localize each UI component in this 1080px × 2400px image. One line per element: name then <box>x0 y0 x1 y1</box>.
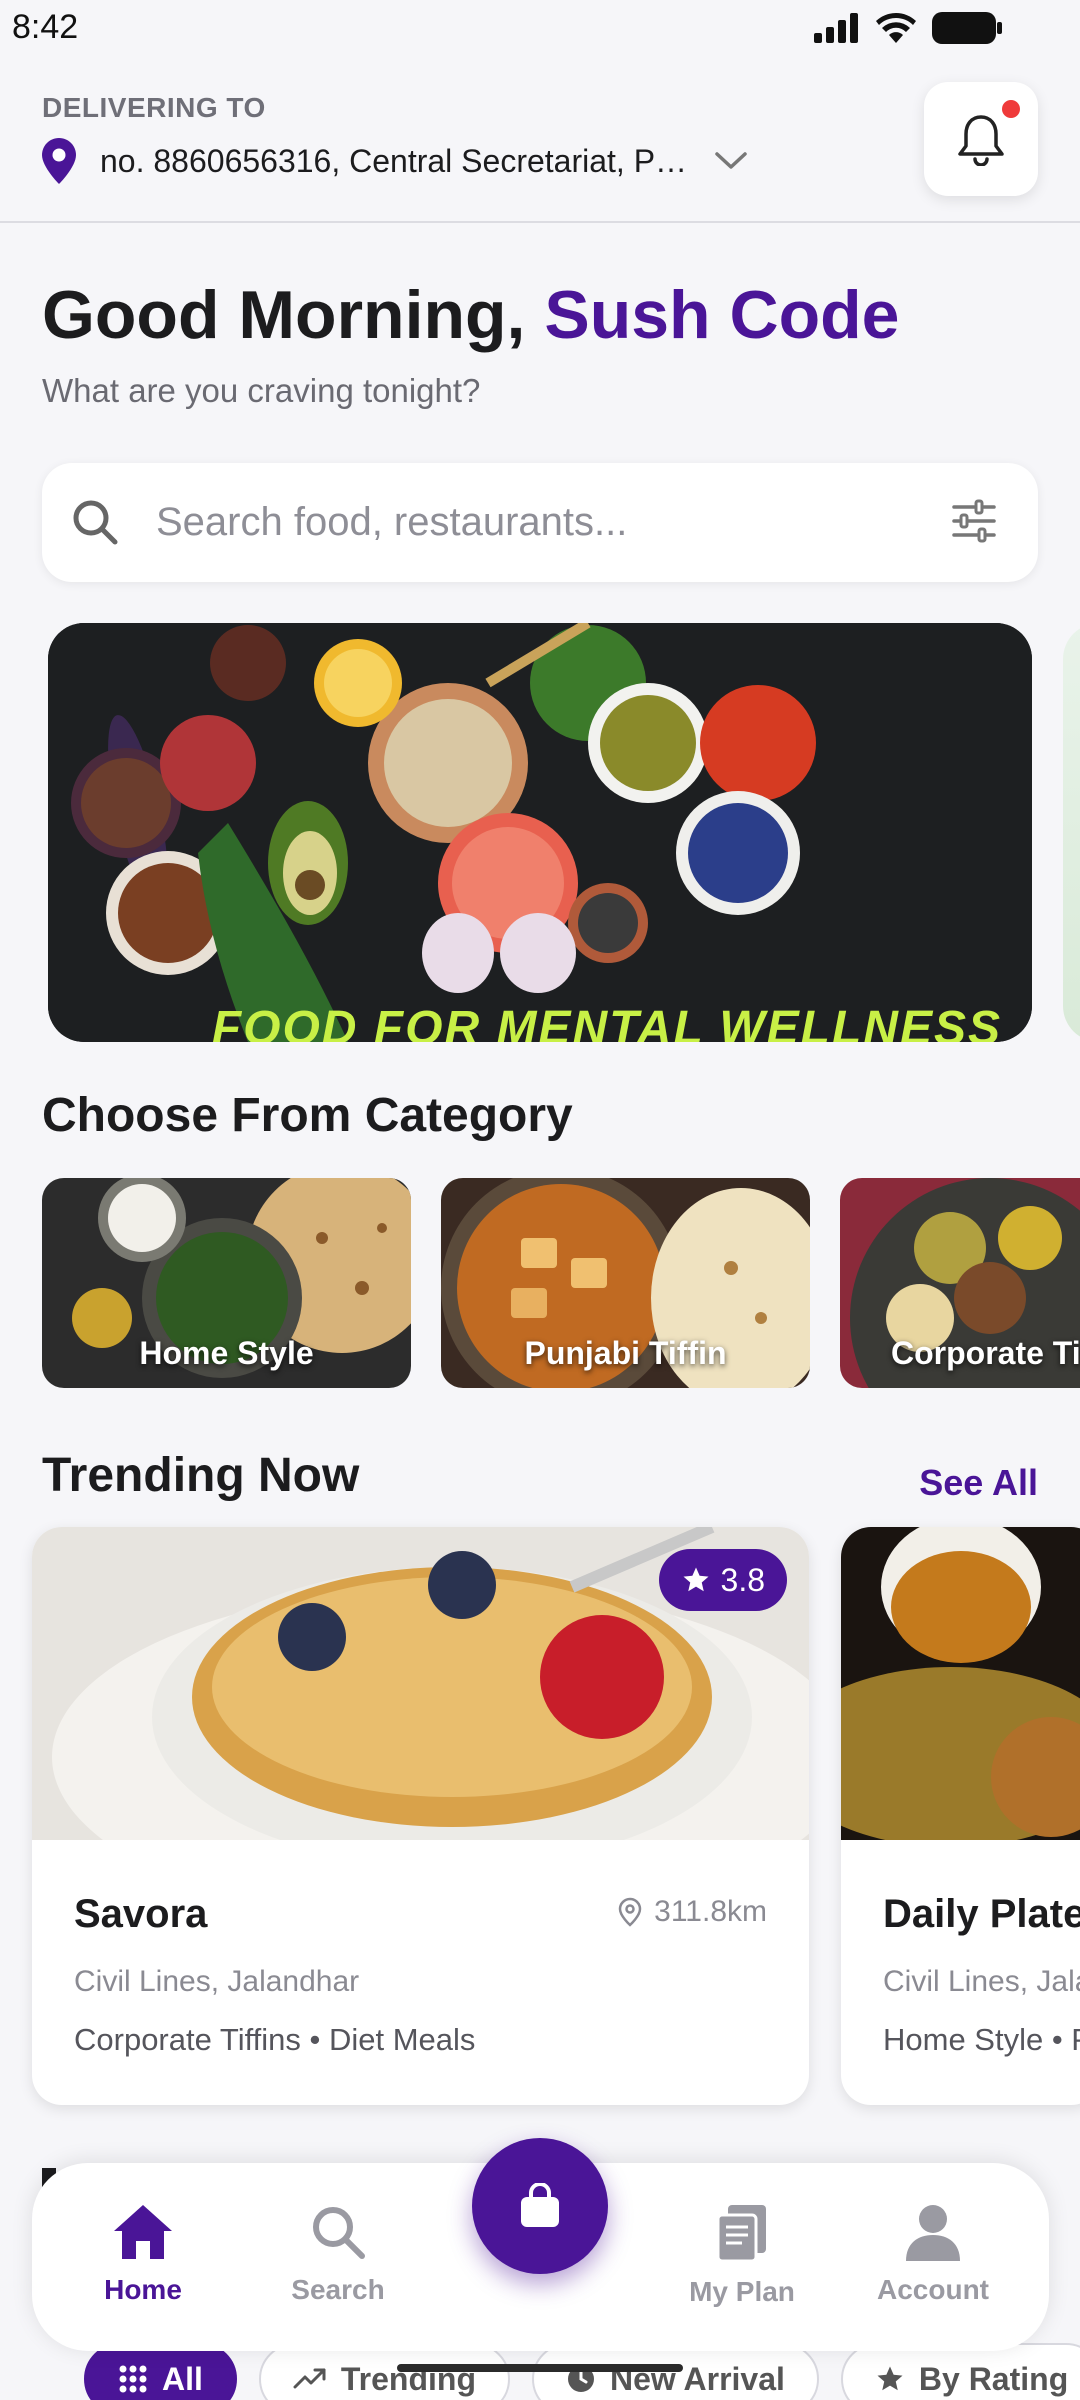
category-card[interactable]: Home Style <box>42 1178 411 1388</box>
grid-icon <box>119 2365 147 2393</box>
category-label: Corporate Tiffin <box>891 1335 1080 1371</box>
chip-label: By Rating <box>918 2360 1069 2397</box>
nav-my-plan[interactable]: My Plan <box>667 2203 817 2308</box>
restaurant-tags: Corporate Tiffins • Diet Meals <box>74 2022 476 2057</box>
delivering-label: DELIVERING TO <box>42 92 266 123</box>
battery-icon <box>932 12 1002 44</box>
delivery-address: no. 8860656316, Central Secretariat, Pun… <box>100 142 690 179</box>
nav-label: Search <box>291 2274 385 2305</box>
search-input[interactable] <box>156 463 936 582</box>
restaurant-image <box>841 1527 1080 1840</box>
bell-icon <box>958 115 1004 166</box>
greeting-title: Good Morning, Sush Code <box>42 276 899 354</box>
restaurant-image-daily-plate <box>841 1527 1080 1840</box>
filter-sliders-icon[interactable] <box>952 499 996 543</box>
delivery-header: DELIVERING TO no. 8860656316, Central Se… <box>0 60 1080 223</box>
nav-account[interactable]: Account <box>858 2203 1008 2306</box>
status-bar: 8:42 <box>0 0 1080 60</box>
home-indicator <box>397 2364 683 2372</box>
distance-value: 311.8km <box>654 1895 767 1928</box>
search-icon <box>73 500 118 545</box>
location-pin-icon <box>42 138 76 184</box>
category-section-title: Choose From Category <box>42 1089 573 1142</box>
receipt-icon <box>716 2205 766 2263</box>
see-all-link[interactable]: See All <box>919 1462 1038 1504</box>
category-card[interactable]: Corporate Tiffin <box>840 1178 1080 1388</box>
signal-icon <box>814 13 858 43</box>
star-icon <box>877 2366 903 2391</box>
home-icon <box>114 2205 172 2259</box>
greeting-subtitle: What are you craving tonight? <box>42 372 481 409</box>
person-icon <box>906 2205 960 2261</box>
restaurant-image: 3.8 <box>32 1527 809 1840</box>
restaurant-card[interactable]: 3.8 Savora 311.8km Civil Lines, Jalandha… <box>32 1527 809 2105</box>
restaurant-card[interactable]: Daily Plate Civil Lines, Jalandhar Home … <box>841 1527 1080 2105</box>
rating-value: 3.8 <box>720 1561 765 1598</box>
location-pin-outline-icon <box>618 1897 642 1927</box>
nav-label: Account <box>877 2274 989 2305</box>
category-label: Home Style <box>139 1335 314 1371</box>
banner-food-image <box>48 623 1032 1042</box>
search-icon <box>313 2207 365 2259</box>
category-label: Punjabi Tiffin <box>524 1335 727 1371</box>
trending-up-icon <box>293 2368 326 2389</box>
nav-home[interactable]: Home <box>68 2203 218 2306</box>
restaurant-tags: Home Style • Punjabi Tiffin <box>883 2022 1080 2057</box>
cart-fab-button[interactable] <box>472 2138 608 2274</box>
user-name: Sush Code <box>544 277 900 353</box>
notifications-button[interactable] <box>924 82 1038 196</box>
restaurant-name: Savora <box>74 1892 208 1936</box>
wifi-icon <box>876 13 916 43</box>
restaurant-distance: 311.8km <box>618 1895 767 1929</box>
chip-label: All <box>162 2360 203 2397</box>
status-icons <box>814 12 1002 44</box>
star-icon <box>683 1567 709 1592</box>
chip-all[interactable]: All <box>84 2343 237 2400</box>
nav-label: Home <box>104 2274 182 2305</box>
restaurant-location: Civil Lines, Jalandhar <box>74 1965 360 1998</box>
status-time: 8:42 <box>12 8 79 46</box>
search-bar <box>42 463 1038 582</box>
trending-section-title: Trending Now <box>42 1449 360 1502</box>
restaurant-name: Daily Plate <box>883 1892 1080 1936</box>
promo-banner[interactable]: FOOD FOR MENTAL WELLNESS <box>48 623 1032 1042</box>
chevron-down-icon <box>715 152 747 169</box>
notification-badge <box>1002 100 1020 118</box>
shopping-bag-icon <box>521 2183 559 2227</box>
rating-badge: 3.8 <box>658 1549 787 1611</box>
next-banner-peek[interactable] <box>1063 623 1080 1042</box>
chip-by-rating[interactable]: By Rating <box>840 2343 1080 2400</box>
banner-caption: FOOD FOR MENTAL WELLNESS <box>211 1002 1002 1042</box>
category-card[interactable]: Punjabi Tiffin <box>441 1178 810 1388</box>
nav-label: My Plan <box>689 2276 795 2307</box>
greeting-prefix: Good Morning, <box>42 277 545 353</box>
nav-search[interactable]: Search <box>263 2203 413 2306</box>
address-selector[interactable]: no. 8860656316, Central Secretariat, Pun… <box>42 138 748 184</box>
restaurant-location: Civil Lines, Jalandhar <box>883 1965 1080 1998</box>
